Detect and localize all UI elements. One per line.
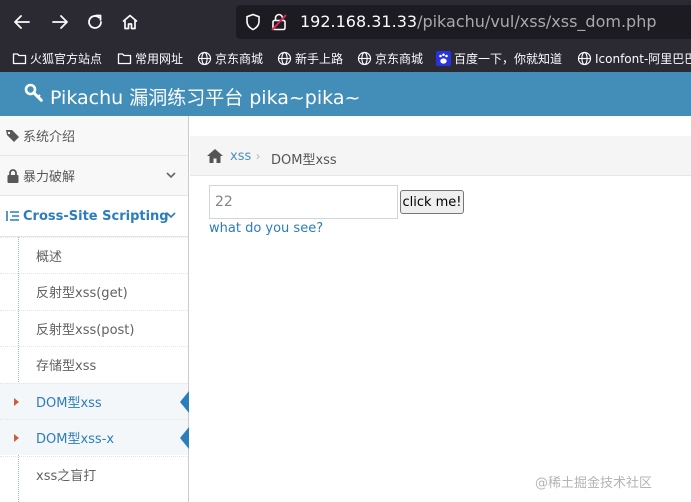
bookmarks-bar: 火狐官方站点 常用网址 京东商城 新手上路 京东商城 百度一下，你就知道 Ico… — [0, 44, 691, 72]
url-host: 192.168.31.33 — [300, 12, 418, 31]
sidebar: 系统介绍 暴力破解 Cross-Site Scripting 概述 反射型xss… — [0, 116, 189, 502]
sidebar-item-label: 系统介绍 — [23, 130, 76, 145]
text-input[interactable] — [209, 185, 398, 219]
wrench-icon — [24, 83, 43, 102]
app-header: Pikachu 漏洞练习平台 pika~pika~ — [0, 72, 691, 116]
url-text[interactable]: 192.168.31.33/pikachu/vul/xss/xss_dom.ph… — [300, 12, 657, 31]
bookmark-label: 火狐官方站点 — [30, 51, 103, 66]
submenu-item-overview[interactable]: 概述 — [0, 237, 188, 273]
submenu-item-label: 反射型xss(post) — [36, 323, 135, 338]
click-me-button[interactable]: click me! — [400, 190, 464, 214]
breadcrumb-separator-icon: › — [256, 149, 260, 163]
list-indent-icon — [6, 211, 19, 221]
what-do-you-see-link[interactable]: what do you see? — [209, 221, 323, 236]
sidebar-item-brute-force[interactable]: 暴力破解 — [0, 156, 188, 196]
watermark: @稀土掘金技术社区 — [535, 476, 653, 491]
caret-right-icon — [14, 434, 19, 442]
bookmark-label: Iconfont-阿里巴巴 — [595, 51, 691, 66]
globe-icon — [277, 51, 292, 65]
chevron-down-icon — [166, 212, 176, 219]
bookmark-jd-2[interactable]: 京东商城 — [357, 49, 423, 67]
submenu-item-reflected-get[interactable]: 反射型xss(get) — [0, 273, 188, 309]
bookmark-newbie[interactable]: 新手上路 — [277, 49, 343, 67]
submenu-item-blind[interactable]: xss之盲打 — [0, 456, 188, 492]
lock-icon — [7, 168, 19, 183]
globe-icon — [357, 51, 372, 65]
submenu-item-label: DOM型xss-x — [36, 432, 115, 447]
submenu-item-label: DOM型xss — [36, 396, 102, 411]
submenu-item-reflected-post[interactable]: 反射型xss(post) — [0, 310, 188, 346]
submenu-item-label: xss之盲打 — [36, 469, 97, 484]
active-pointer-icon — [180, 391, 189, 413]
sidebar-item-label: Cross-Site Scripting — [23, 208, 169, 224]
bookmark-label: 常用网址 — [135, 51, 184, 66]
bookmark-label: 新手上路 — [295, 51, 344, 66]
breadcrumb: xss › DOM型xss — [190, 136, 691, 176]
submenu-item-label: 存储型xss — [36, 359, 97, 374]
bookmark-label: 百度一下，你就知道 — [454, 51, 563, 66]
bookmark-jd-1[interactable]: 京东商城 — [197, 49, 263, 67]
sidebar-item-system-intro[interactable]: 系统介绍 — [0, 116, 188, 156]
submenu-item-stored[interactable]: 存储型xss — [0, 346, 188, 382]
caret-right-icon — [14, 398, 19, 406]
globe-icon — [577, 51, 592, 65]
back-button[interactable] — [7, 7, 37, 37]
submenu-item-label: 反射型xss(get) — [36, 286, 128, 301]
breadcrumb-current: DOM型xss — [271, 153, 337, 168]
sidebar-item-label: 暴力破解 — [23, 170, 76, 185]
folder-icon — [117, 52, 132, 64]
reload-icon — [88, 14, 102, 29]
breadcrumb-link-xss[interactable]: xss — [230, 149, 251, 164]
bookmark-baidu[interactable]: 百度一下，你就知道 — [436, 49, 562, 67]
home-icon — [207, 149, 223, 163]
home-icon — [122, 14, 138, 30]
active-pointer-icon — [180, 427, 189, 449]
arrow-right-icon — [52, 15, 68, 29]
insecure-lock-icon[interactable] — [270, 12, 288, 32]
url-path: /pikachu/vul/xss/xss_dom.php — [417, 12, 657, 31]
submenu-item-dom[interactable]: DOM型xss — [0, 383, 189, 419]
bookmark-folder-common[interactable]: 常用网址 — [117, 49, 183, 67]
submenu-item-label: 概述 — [36, 250, 63, 265]
browser-toolbar: 192.168.31.33/pikachu/vul/xss/xss_dom.ph… — [0, 0, 691, 44]
baidu-paw-icon — [436, 50, 451, 66]
arrow-left-icon — [14, 15, 30, 29]
tags-icon — [6, 129, 19, 142]
globe-icon — [197, 51, 212, 65]
submenu-item-dom-x[interactable]: DOM型xss-x — [0, 419, 189, 455]
app-title: Pikachu 漏洞练习平台 pika~pika~ — [50, 87, 361, 109]
bookmark-folder-firefox[interactable]: 火狐官方站点 — [12, 49, 102, 67]
bookmark-label: 京东商城 — [375, 51, 424, 66]
bookmark-label: 京东商城 — [215, 51, 264, 66]
home-button[interactable] — [115, 7, 145, 37]
folder-icon — [12, 52, 27, 64]
sidebar-item-xss[interactable]: Cross-Site Scripting — [0, 196, 188, 237]
forward-button[interactable] — [45, 7, 75, 37]
chevron-down-icon — [166, 172, 176, 179]
tracking-shield-icon[interactable] — [244, 13, 262, 31]
xss-submenu: 概述 反射型xss(get) 反射型xss(post) 存储型xss DOM型x… — [0, 237, 189, 502]
bookmark-iconfont[interactable]: Iconfont-阿里巴巴 — [577, 49, 691, 67]
reload-button[interactable] — [80, 7, 110, 37]
